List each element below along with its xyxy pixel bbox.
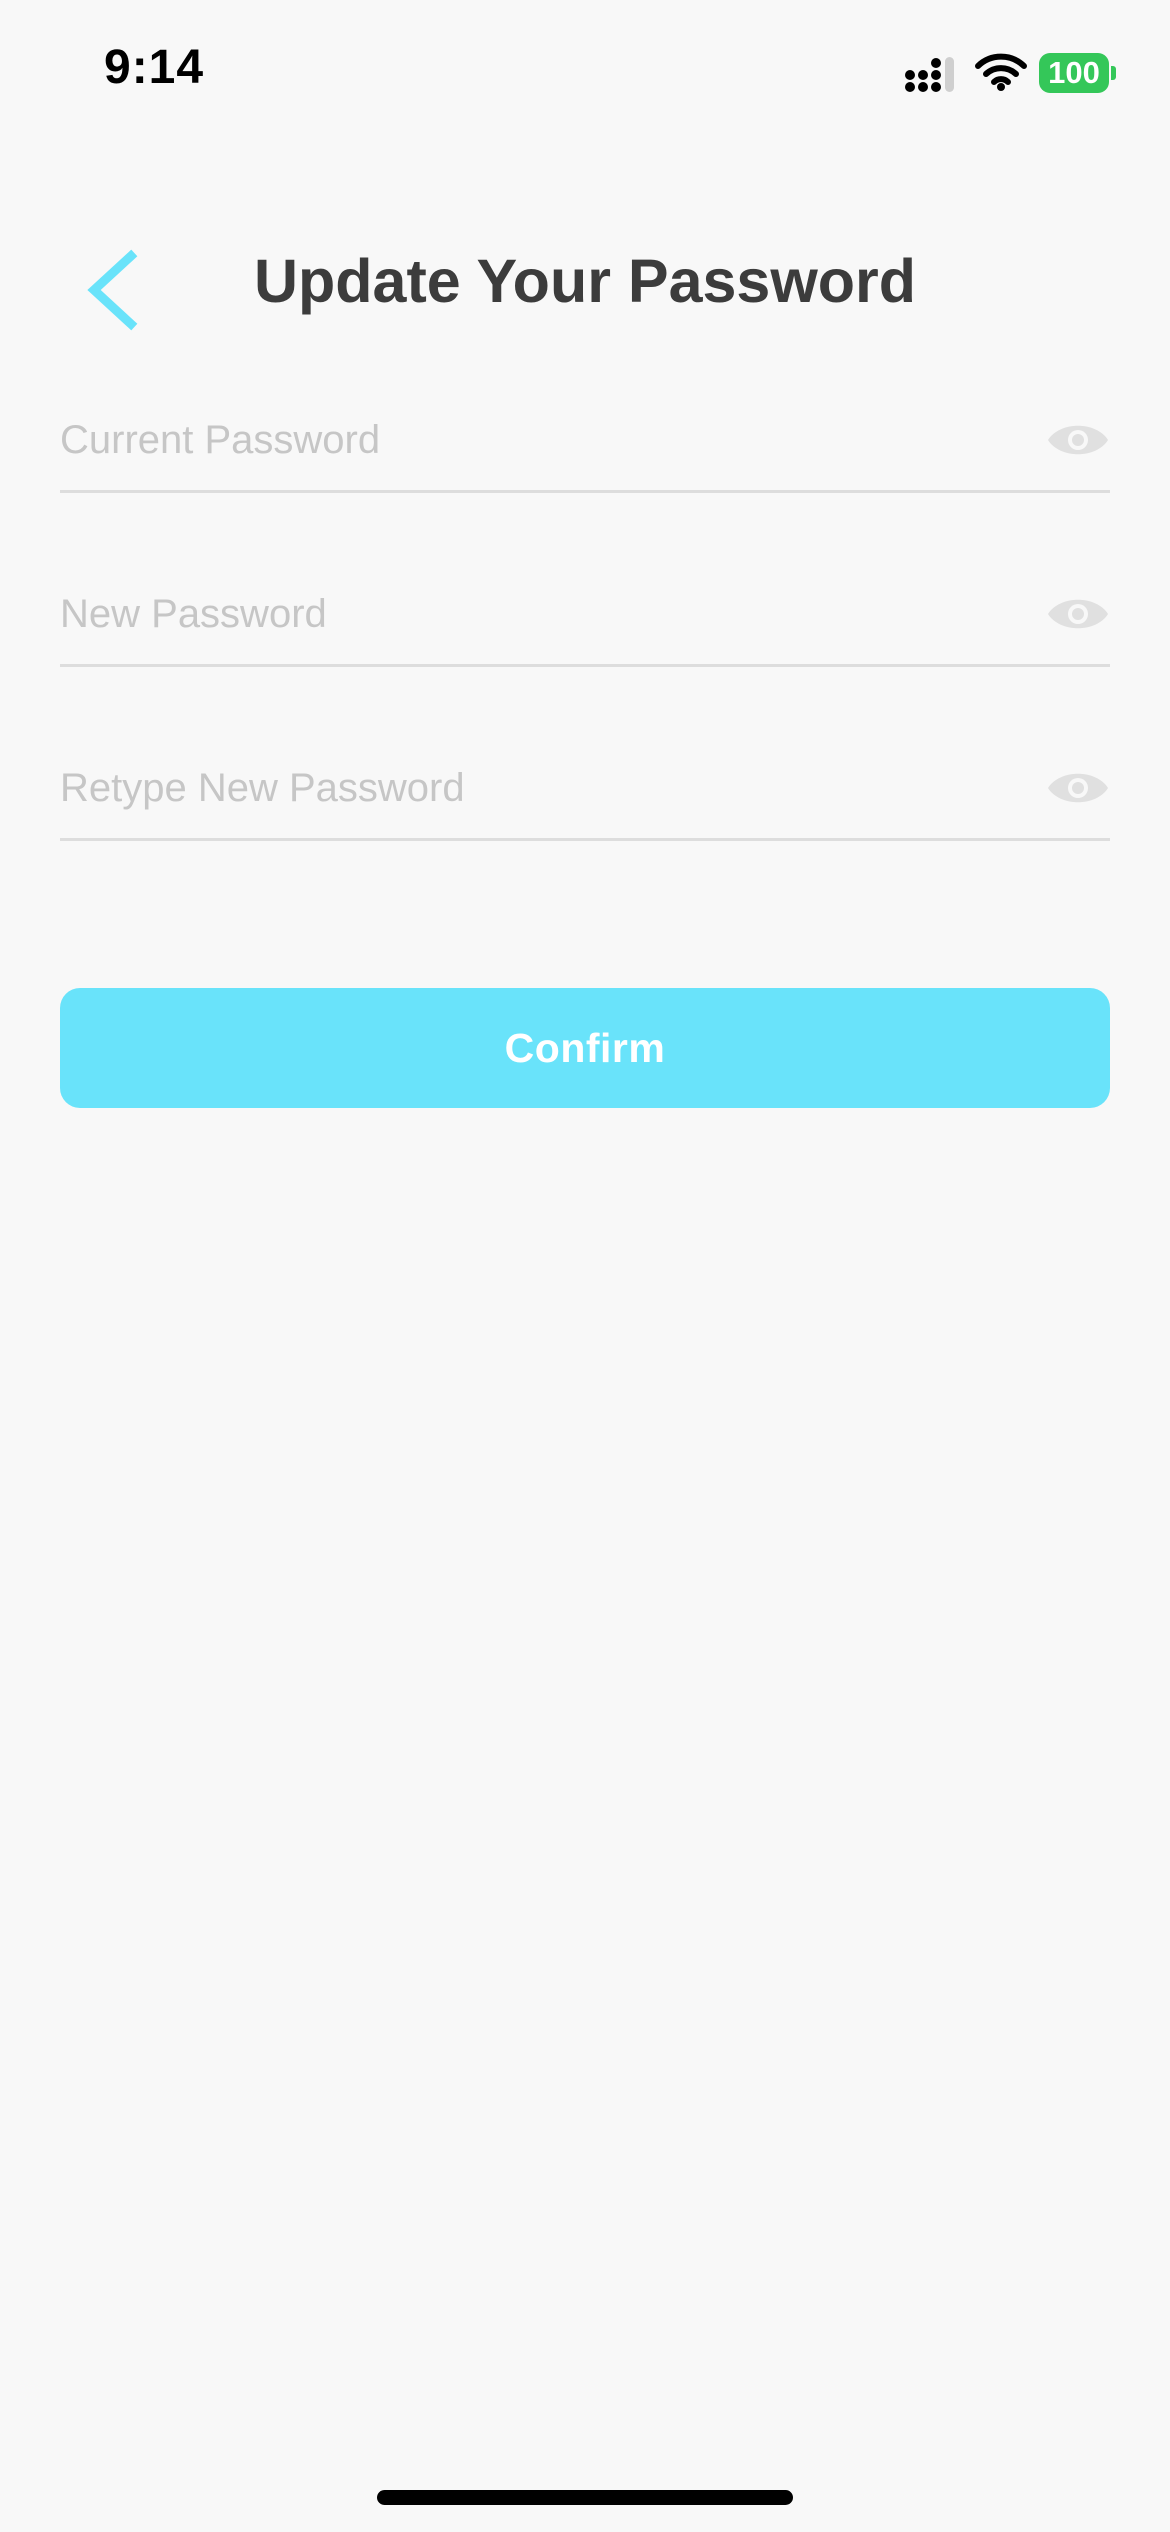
eye-icon[interactable]: [1046, 766, 1110, 810]
retype-password-input[interactable]: [60, 738, 980, 838]
status-time: 9:14: [104, 41, 205, 94]
signal-icon: [905, 57, 954, 92]
battery-icon: 100: [1039, 53, 1116, 93]
home-indicator[interactable]: [377, 2490, 793, 2505]
eye-icon[interactable]: [1046, 418, 1110, 462]
battery-tip: [1111, 66, 1116, 80]
battery-level: 100: [1039, 53, 1109, 93]
back-button[interactable]: [76, 240, 152, 336]
current-password-input[interactable]: [60, 390, 980, 490]
page-title: Update Your Password: [253, 247, 917, 315]
eye-icon[interactable]: [1046, 592, 1110, 636]
confirm-button[interactable]: Confirm: [60, 988, 1110, 1108]
new-password-field: [60, 564, 1110, 667]
new-password-input[interactable]: [60, 564, 980, 664]
retype-password-field: [60, 738, 1110, 841]
chevron-left-icon: [87, 249, 138, 331]
current-password-field: [60, 390, 1110, 493]
wifi-icon: [975, 53, 1027, 91]
